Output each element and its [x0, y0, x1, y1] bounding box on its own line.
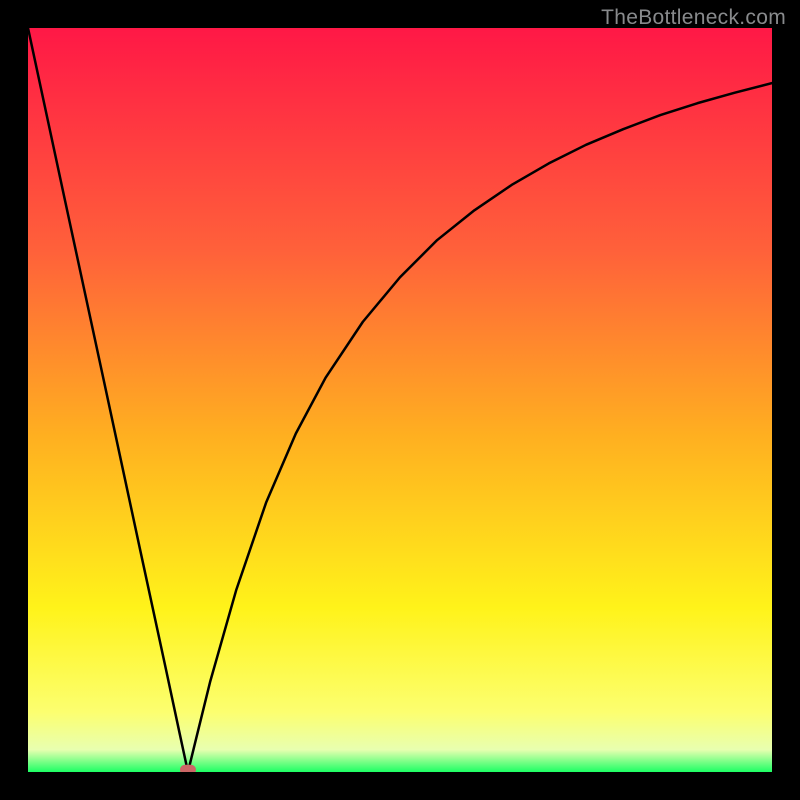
chart-plot — [28, 28, 772, 772]
chart-frame: TheBottleneck.com — [0, 0, 800, 800]
watermark-text: TheBottleneck.com — [601, 6, 786, 30]
optimum-marker — [180, 765, 196, 772]
plot-background — [28, 28, 772, 772]
